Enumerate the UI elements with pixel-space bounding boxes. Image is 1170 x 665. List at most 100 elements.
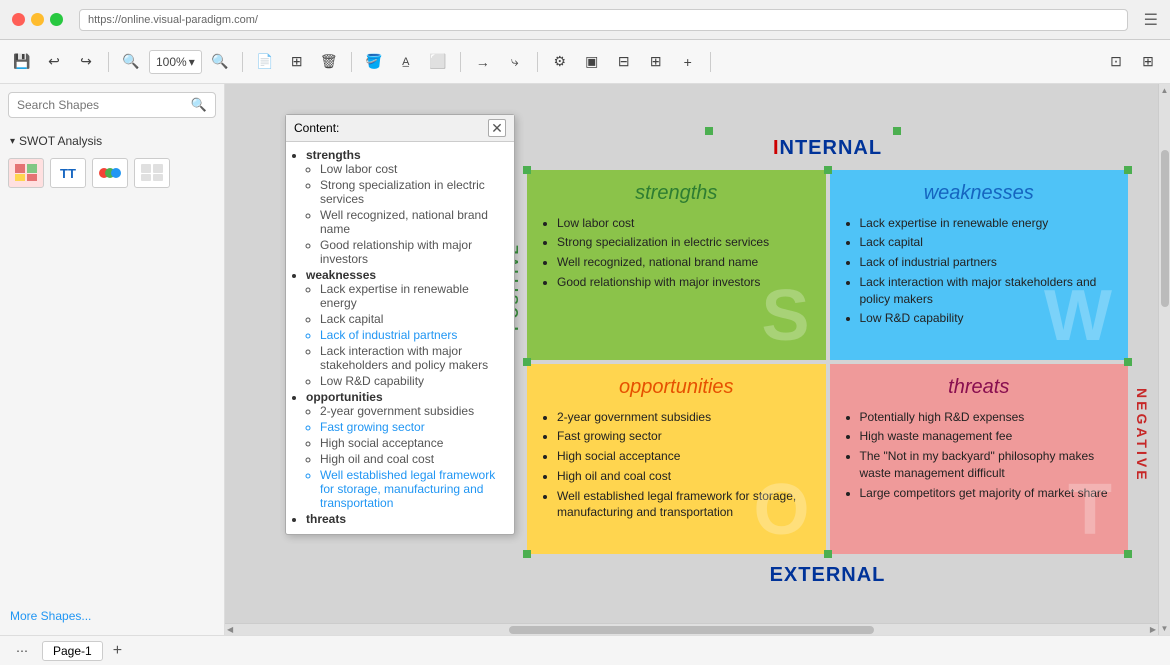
handle-ml[interactable] [523, 358, 531, 366]
h-scroll-right-arrow[interactable]: ▶ [1148, 625, 1158, 634]
v-scrollbar[interactable]: ▲ ▼ [1158, 84, 1170, 635]
strengths-item-2: Strong specialization in electric servic… [557, 234, 812, 251]
page-tab[interactable]: Page-1 [42, 641, 103, 661]
label-internal: INTERNAL [505, 137, 1150, 160]
bottom-left: ⋯ Page-1 + [8, 637, 126, 665]
h-scrollbar[interactable]: ◀ ▶ [225, 623, 1158, 635]
weaknesses-item-3: Lack of industrial partners [860, 254, 1115, 271]
zoom-in-button[interactable]: 🔍 [206, 48, 234, 76]
handle-tl[interactable] [523, 166, 531, 174]
close-button[interactable] [12, 13, 25, 26]
v-scroll-thumb[interactable] [1161, 150, 1169, 308]
separator-5 [537, 52, 538, 72]
popup-item: Strong specialization in electric servic… [320, 178, 506, 206]
search-icon: 🔍 [191, 97, 207, 113]
swot-arrow-icon: ▾ [10, 136, 15, 147]
separator-3 [351, 52, 352, 72]
weaknesses-item-2: Lack capital [860, 234, 1115, 251]
redo-button[interactable]: ↪ [72, 48, 100, 76]
handle-top-left[interactable] [705, 127, 713, 135]
layout-button[interactable]: ⚙ [546, 48, 574, 76]
strengths-title: strengths [541, 182, 812, 205]
swot-header[interactable]: ▾ SWOT Analysis [8, 130, 216, 152]
swot-label: SWOT Analysis [19, 134, 102, 148]
group-button[interactable]: ▣ [578, 48, 606, 76]
threats-title: threats [844, 376, 1115, 399]
add-page-button[interactable]: + [109, 642, 126, 660]
popup-content[interactable]: strengths Low labor cost Strong speciali… [286, 142, 514, 534]
handle-bm[interactable] [824, 550, 832, 558]
undo-button[interactable]: ↩ [40, 48, 68, 76]
bottom-bar: ⋯ Page-1 + [0, 635, 1170, 665]
handle-top-right[interactable] [893, 127, 901, 135]
threats-watermark: T [1068, 474, 1112, 546]
h-scroll-left-arrow[interactable]: ◀ [225, 625, 235, 634]
popup-item: Lack interaction with major stakeholders… [320, 344, 506, 372]
maximize-button[interactable] [50, 13, 63, 26]
popup-section-opportunities: opportunities 2-year government subsidie… [306, 390, 506, 510]
popup-item: Lack expertise in renewable energy [320, 282, 506, 310]
fill-button[interactable]: 🪣 [360, 48, 388, 76]
address-bar[interactable]: https://online.visual-paradigm.com/ [79, 9, 1128, 31]
label-nternal: NTERNAL [780, 137, 883, 159]
line-color-button[interactable]: A̲ [392, 48, 420, 76]
zoom-out-button[interactable]: 🔍 [117, 48, 145, 76]
main-layout: 🔍 ▾ SWOT Analysis TT [0, 84, 1170, 635]
separator-2 [242, 52, 243, 72]
popup-section-threats: threats [306, 512, 506, 526]
search-input[interactable] [17, 98, 185, 112]
bottom-menu-button[interactable]: ⋯ [8, 637, 36, 665]
popup-item: High social acceptance [320, 436, 506, 450]
swot-icon-1[interactable] [8, 158, 44, 188]
label-external: EXTERNAL [505, 564, 1150, 587]
separator-6 [710, 52, 711, 72]
arrow-button[interactable]: → [469, 48, 497, 76]
h-scroll-track [235, 626, 1148, 634]
opportunities-item-3: High social acceptance [557, 448, 812, 465]
shape-button[interactable]: ⬜ [424, 48, 452, 76]
handle-mr[interactable] [1124, 358, 1132, 366]
popup-title: Content: [294, 121, 339, 135]
threats-item-2: High waste management fee [860, 428, 1115, 445]
save-button[interactable]: 💾 [8, 48, 36, 76]
popup-close-button[interactable]: ✕ [488, 119, 506, 137]
panel-toggle-button[interactable]: ⊡ [1102, 48, 1130, 76]
handle-tr[interactable] [1124, 166, 1132, 174]
swot-icon-2[interactable]: TT [50, 158, 86, 188]
menu-icon[interactable]: ☰ [1144, 10, 1158, 30]
weaknesses-title: weaknesses [844, 182, 1115, 205]
handle-br[interactable] [1124, 550, 1132, 558]
add-button[interactable]: + [674, 48, 702, 76]
v-scroll-down-arrow[interactable]: ▼ [1161, 624, 1169, 633]
search-box[interactable]: 🔍 [8, 92, 216, 118]
minimize-button[interactable] [31, 13, 44, 26]
swot-icon-4[interactable] [134, 158, 170, 188]
popup-section-weaknesses: weaknesses Lack expertise in renewable e… [306, 268, 506, 388]
distribute-button[interactable]: ⊞ [642, 48, 670, 76]
align-button[interactable]: ⊟ [610, 48, 638, 76]
strengths-item-3: Well recognized, national brand name [557, 254, 812, 271]
label-negative: NEGATIVE [1134, 388, 1150, 483]
swot-icon-3[interactable] [92, 158, 128, 188]
handle-bl[interactable] [523, 550, 531, 558]
swot-cell-opportunities: opportunities 2-year government subsidie… [527, 364, 826, 554]
separator-4 [460, 52, 461, 72]
canvas-area: Content: ✕ strengths Low labor cost Stro… [225, 84, 1170, 635]
fullscreen-button[interactable]: ⊞ [1134, 48, 1162, 76]
separator-1 [108, 52, 109, 72]
grid-button[interactable]: ⊞ [283, 48, 311, 76]
opportunities-watermark: O [753, 474, 809, 546]
handle-tm[interactable] [824, 166, 832, 174]
more-shapes-link[interactable]: More Shapes... [8, 605, 216, 627]
h-scroll-thumb[interactable] [509, 626, 874, 634]
title-bar: https://online.visual-paradigm.com/ ☰ [0, 0, 1170, 40]
swot-wrapper: POSITIVE [505, 168, 1150, 556]
opportunities-title: opportunities [541, 376, 812, 399]
v-scroll-up-arrow[interactable]: ▲ [1161, 86, 1169, 95]
delete-button[interactable]: 🗑 [315, 48, 343, 76]
connector-button[interactable]: ⤷ [501, 48, 529, 76]
page-button[interactable]: 📄 [251, 48, 279, 76]
v-scroll-track [1161, 97, 1169, 622]
strengths-watermark: S [761, 280, 809, 352]
zoom-control[interactable]: 100% ▾ [149, 50, 202, 74]
